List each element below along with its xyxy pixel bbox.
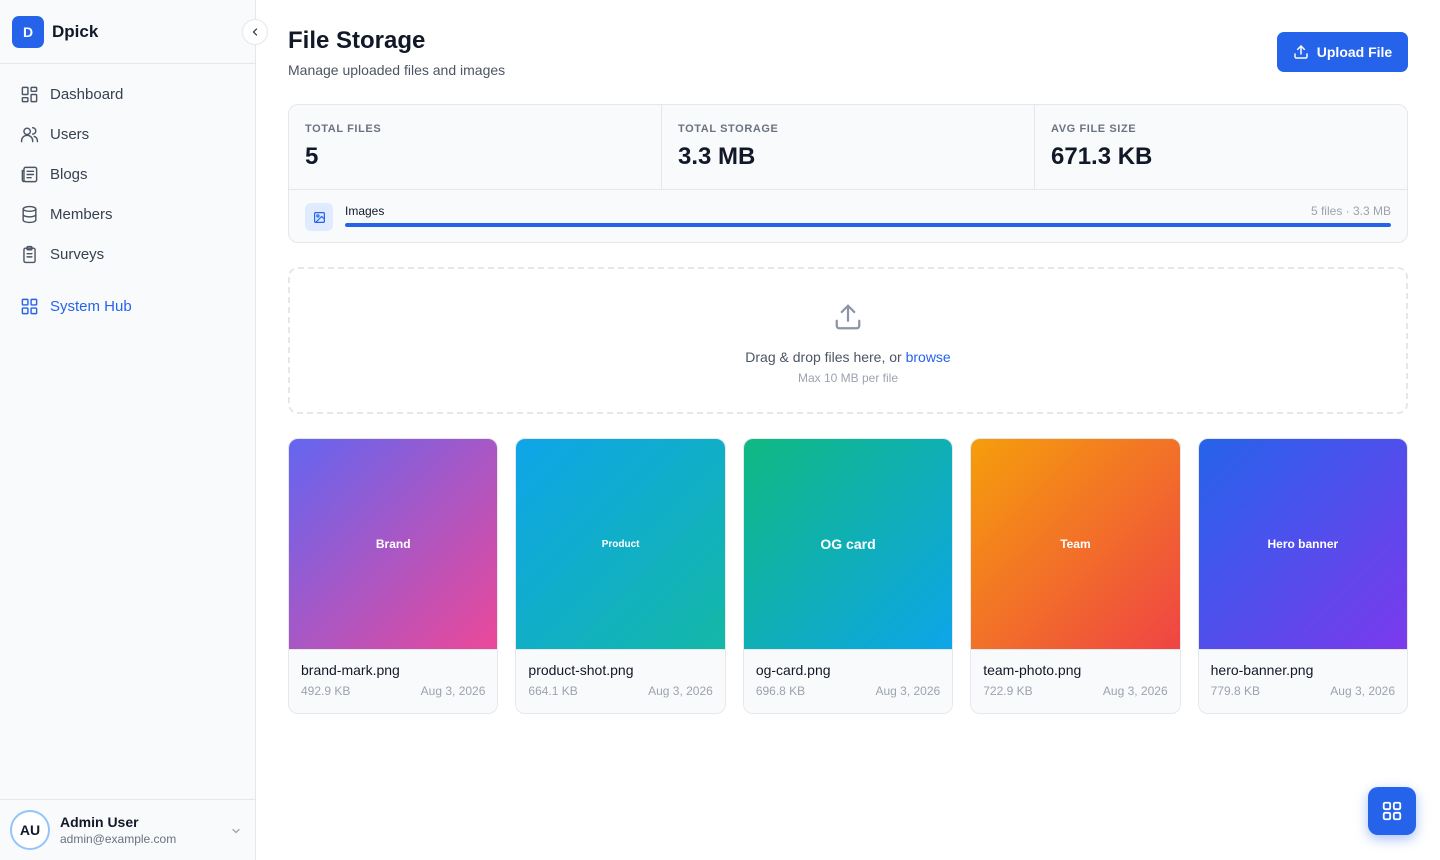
clipboard-icon — [19, 244, 39, 264]
file-size: 664.1 KB — [528, 684, 578, 698]
dashboard-icon — [19, 84, 39, 104]
file-date: Aug 3, 2026 — [1330, 684, 1396, 698]
user-email: admin@example.com — [60, 832, 177, 846]
user-menu[interactable]: AU Admin User admin@example.com — [0, 799, 256, 860]
sidebar-item-label: Users — [50, 125, 90, 143]
grid-icon — [1382, 801, 1402, 821]
grid-icon — [19, 296, 39, 316]
file-info: team-photo.png 722.9 KB Aug 3, 2026 — [971, 649, 1180, 713]
sidebar-item-label: Members — [50, 205, 113, 223]
category-meta: 5 files · 3.3 MB — [1310, 204, 1391, 218]
file-name: product-shot.png — [528, 662, 634, 678]
users-icon — [19, 124, 39, 144]
file-name: brand-mark.png — [301, 662, 400, 678]
stat-label: AVG FILE SIZE — [1051, 123, 1137, 135]
dropzone-text: Drag & drop files here, or browse — [745, 349, 950, 365]
file-card[interactable]: Hero banner hero-banner.png 779.8 KB Aug … — [1197, 438, 1409, 714]
brand-name[interactable]: Dpick — [52, 22, 98, 42]
sidebar-item-members[interactable]: Members — [0, 194, 255, 234]
sidebar-item-label: System Hub — [50, 297, 132, 315]
thumbnail-label: Team — [1060, 537, 1091, 551]
file-thumbnail[interactable]: Product — [516, 439, 725, 649]
sidebar-item-users[interactable]: Users — [0, 114, 255, 154]
file-info: brand-mark.png 492.9 KB Aug 3, 2026 — [289, 649, 498, 713]
stat-value: 3.3 MB — [678, 143, 756, 170]
blogs-icon — [19, 164, 39, 184]
file-card[interactable]: Product product-shot.png 664.1 KB Aug 3, … — [515, 438, 726, 714]
thumbnail-label: Hero banner — [1267, 537, 1339, 551]
file-name: hero-banner.png — [1210, 662, 1314, 678]
stat-value: 5 — [305, 143, 319, 170]
file-info: hero-banner.png 779.8 KB Aug 3, 2026 — [1198, 649, 1408, 713]
avatar[interactable]: AU — [10, 810, 50, 850]
file-thumbnail[interactable]: Brand — [289, 439, 498, 649]
file-date: Aug 3, 2026 — [420, 684, 486, 698]
sidebar: D Dpick Dashboard Users Blogs Members Su… — [0, 0, 268, 860]
category-progress-fill — [345, 223, 1391, 227]
chevron-left-icon — [252, 28, 258, 36]
database-icon — [19, 204, 39, 224]
upload-icon — [1293, 44, 1309, 60]
file-date: Aug 3, 2026 — [875, 684, 941, 698]
file-date: Aug 3, 2026 — [648, 684, 713, 698]
file-dropzone[interactable]: Drag & drop files here, or browse Max 10… — [288, 267, 1408, 414]
thumbnail-label: OG card — [820, 536, 876, 552]
sidebar-item-system-hub[interactable]: System Hub — [0, 286, 255, 326]
sidebar-nav: Dashboard Users Blogs Members Surveys Sy… — [0, 64, 255, 326]
dropzone-instructions: Drag & drop files here, or — [745, 349, 906, 365]
brand-logo[interactable]: D — [12, 15, 44, 48]
file-size: 779.8 KB — [1210, 684, 1260, 698]
file-name: og-card.png — [755, 662, 831, 678]
category-progress-bar — [345, 223, 1391, 227]
page-subtitle: Manage uploaded files and images — [288, 62, 506, 78]
upload-icon — [833, 302, 863, 337]
user-info: Admin User admin@example.com — [60, 814, 176, 846]
chevron-down-icon[interactable] — [230, 824, 242, 842]
category-images-row: Images 5 files · 3.3 MB — [289, 190, 1407, 242]
file-thumbnail[interactable]: Team — [971, 439, 1180, 649]
sidebar-item-label: Surveys — [50, 245, 105, 263]
file-card[interactable]: OG card og-card.png 696.8 KB Aug 3, 2026 — [742, 438, 954, 714]
sidebar-item-blogs[interactable]: Blogs — [0, 154, 255, 194]
file-thumbnail[interactable]: OG card — [743, 439, 953, 649]
sidebar-item-dashboard[interactable]: Dashboard — [0, 74, 255, 114]
sidebar-item-surveys[interactable]: Surveys — [0, 234, 255, 274]
file-grid: Brand brand-mark.png 492.9 KB Aug 3, 2026… — [288, 438, 1409, 714]
upload-button-label: Upload File — [1316, 44, 1393, 60]
file-size: 696.8 KB — [755, 684, 806, 698]
dropzone-hint: Max 10 MB per file — [797, 371, 899, 385]
stat-total-files: TOTAL FILES 5 — [289, 105, 662, 189]
stat-total-storage: TOTAL STORAGE 3.3 MB — [662, 105, 1035, 189]
stat-label: TOTAL FILES — [305, 123, 382, 135]
file-info: product-shot.png 664.1 KB Aug 3, 2026 — [516, 649, 725, 713]
upload-file-button[interactable]: Upload File — [1277, 32, 1408, 72]
sidebar-item-label: Dashboard — [50, 85, 124, 103]
user-name: Admin User — [60, 814, 139, 830]
thumbnail-label: Brand — [375, 537, 411, 551]
apps-fab-button[interactable] — [1368, 787, 1416, 835]
file-card[interactable]: Brand brand-mark.png 492.9 KB Aug 3, 2026 — [288, 438, 499, 714]
browse-link[interactable]: browse — [906, 349, 951, 365]
stat-value: 671.3 KB — [1051, 143, 1153, 170]
image-icon — [305, 203, 333, 231]
file-size: 722.9 KB — [983, 684, 1033, 698]
brand-header: D Dpick — [0, 0, 268, 64]
file-info: og-card.png 696.8 KB Aug 3, 2026 — [743, 649, 953, 713]
collapse-sidebar-button[interactable] — [242, 19, 268, 45]
stat-avg-file-size: AVG FILE SIZE 671.3 KB — [1035, 105, 1407, 189]
storage-stats: TOTAL FILES 5 TOTAL STORAGE 3.3 MB AVG F… — [288, 104, 1408, 243]
page-title: File Storage — [288, 27, 426, 54]
file-card[interactable]: Team team-photo.png 722.9 KB Aug 3, 2026 — [970, 438, 1181, 714]
file-thumbnail[interactable]: Hero banner — [1198, 439, 1408, 649]
stat-label: TOTAL STORAGE — [678, 123, 779, 135]
file-size: 492.9 KB — [301, 684, 351, 698]
sidebar-item-label: Blogs — [50, 165, 88, 183]
category-label: Images — [345, 204, 385, 218]
file-name: team-photo.png — [983, 662, 1082, 678]
thumbnail-label: Product — [601, 538, 640, 550]
file-date: Aug 3, 2026 — [1102, 684, 1168, 698]
